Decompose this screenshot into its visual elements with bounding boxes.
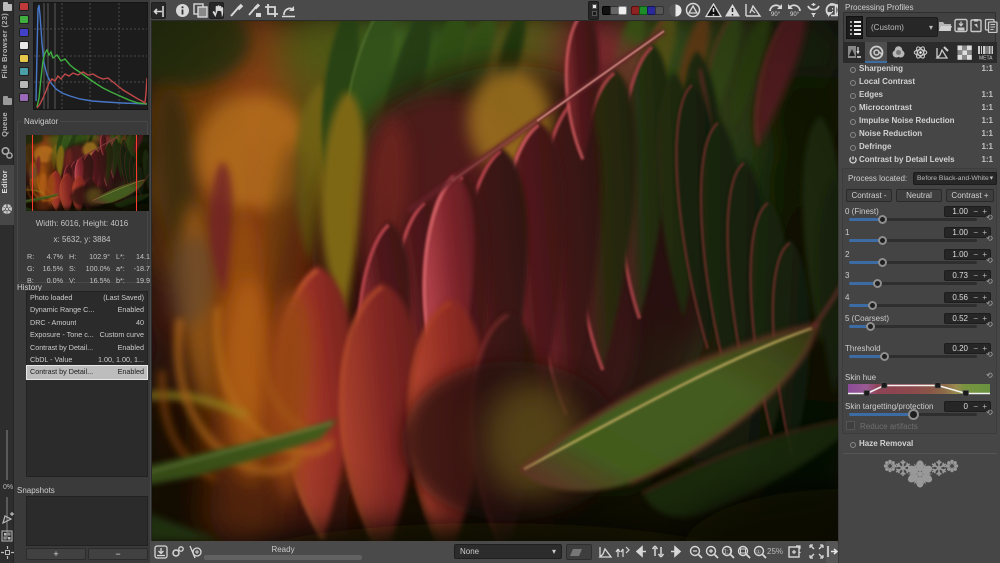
svg-text:90°: 90°: [790, 12, 800, 18]
svg-text:META: META: [979, 56, 993, 61]
svg-text:90°: 90°: [771, 12, 781, 18]
svg-text:①: ①: [756, 549, 761, 556]
svg-text:1:1: 1:1: [724, 550, 733, 556]
